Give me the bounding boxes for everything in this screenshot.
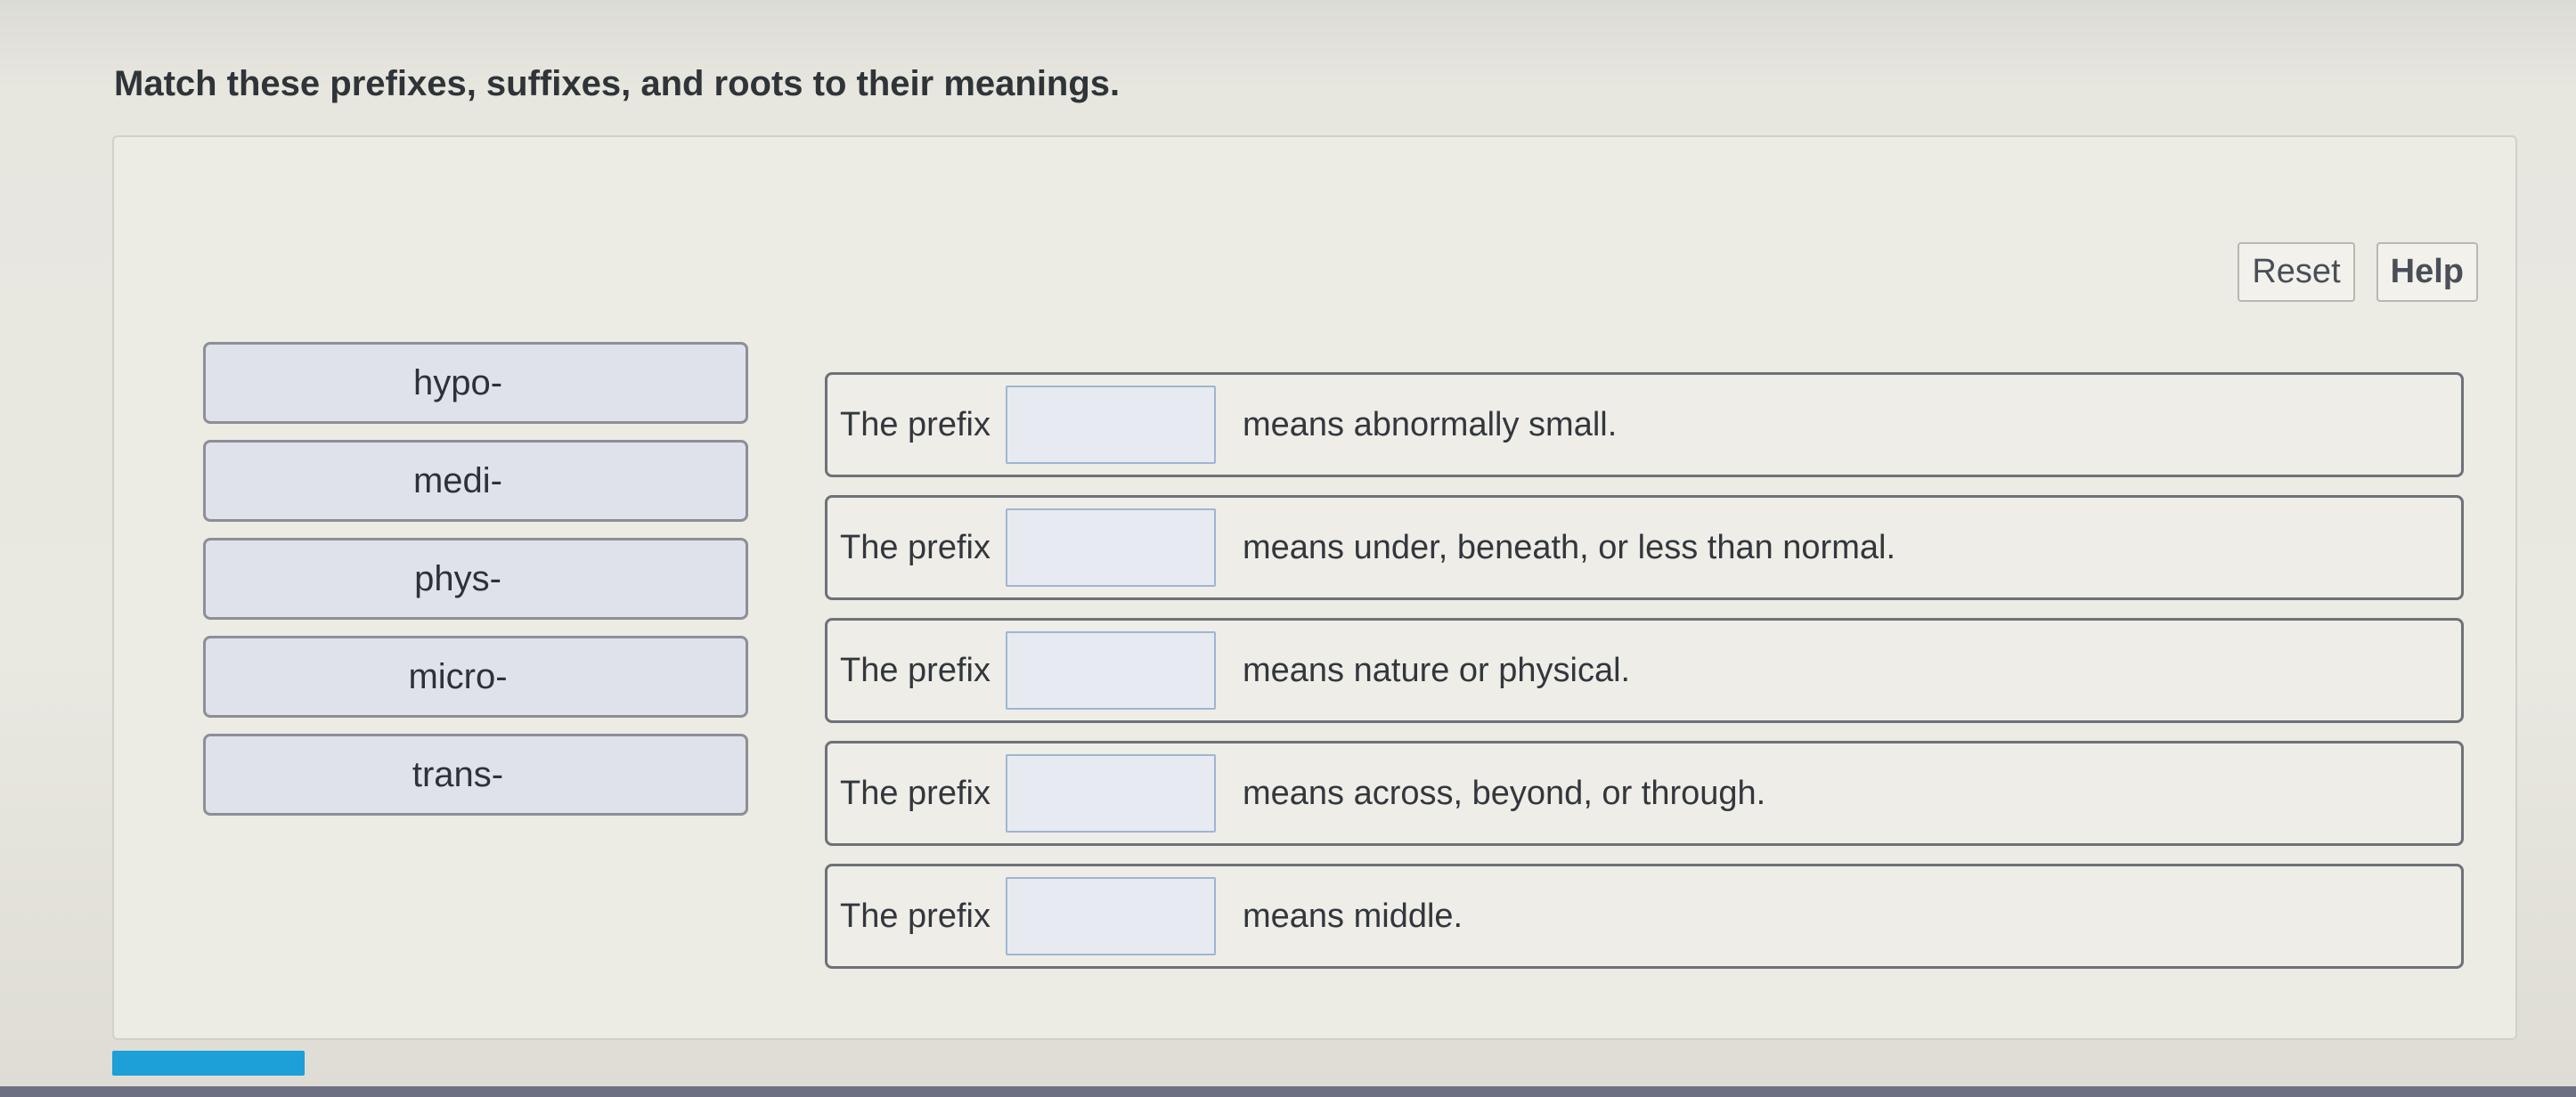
drop-target[interactable] <box>1006 754 1216 833</box>
drop-target[interactable] <box>1006 877 1216 955</box>
meaning-text: means middle. <box>1243 897 1463 935</box>
toolbar: Reset Help <box>2238 242 2478 302</box>
submit-button-partial[interactable] <box>112 1051 305 1076</box>
chip-label: phys- <box>414 558 501 598</box>
answer-chips: hypo- medi- phys- micro- trans- <box>203 342 748 832</box>
chip-hypo[interactable]: hypo- <box>203 342 748 424</box>
meaning-text: means abnormally small. <box>1243 405 1618 443</box>
chip-medi[interactable]: medi- <box>203 440 748 522</box>
drop-target[interactable] <box>1006 631 1216 710</box>
chip-label: hypo- <box>412 362 503 402</box>
definition-row: The prefix means middle. <box>825 864 2464 969</box>
meaning-text: means across, beyond, or through. <box>1243 774 1766 812</box>
prefix-label: The prefix <box>840 405 990 443</box>
drop-target[interactable] <box>1006 386 1216 464</box>
chip-label: trans- <box>412 754 504 794</box>
chip-trans[interactable]: trans- <box>203 734 748 816</box>
prefix-label: The prefix <box>840 774 990 812</box>
drop-target[interactable] <box>1006 508 1216 587</box>
screen-bottom-edge <box>0 1086 2576 1097</box>
matching-panel: Reset Help hypo- medi- phys- micro- tran… <box>112 135 2517 1040</box>
chip-phys[interactable]: phys- <box>203 538 748 620</box>
prefix-label: The prefix <box>840 651 990 689</box>
meaning-text: means under, beneath, or less than norma… <box>1243 528 1896 566</box>
reset-button[interactable]: Reset <box>2238 242 2355 302</box>
meaning-text: means nature or physical. <box>1243 651 1631 689</box>
definition-rows: The prefix means abnormally small. The p… <box>825 372 2464 987</box>
definition-row: The prefix means abnormally small. <box>825 372 2464 477</box>
definition-row: The prefix means nature or physical. <box>825 618 2464 723</box>
definition-row: The prefix means across, beyond, or thro… <box>825 741 2464 846</box>
chip-micro[interactable]: micro- <box>203 636 748 718</box>
definition-row: The prefix means under, beneath, or less… <box>825 495 2464 600</box>
help-button[interactable]: Help <box>2376 242 2478 302</box>
question-title: Match these prefixes, suffixes, and root… <box>114 64 1121 103</box>
chip-label: micro- <box>408 656 508 696</box>
prefix-label: The prefix <box>840 528 990 566</box>
chip-label: medi- <box>412 460 503 500</box>
prefix-label: The prefix <box>840 897 990 935</box>
